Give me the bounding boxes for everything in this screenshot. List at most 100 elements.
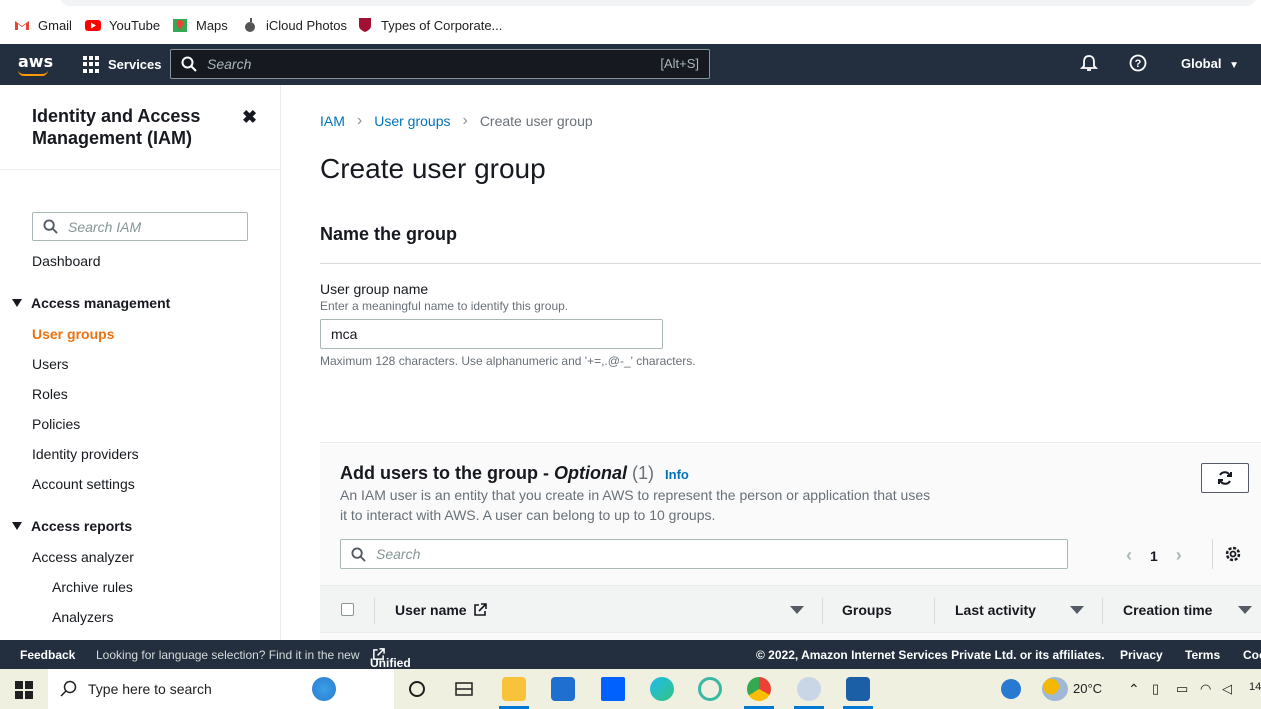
divider	[374, 598, 375, 624]
address-bar[interactable]	[60, 0, 1256, 6]
sort-icon[interactable]	[790, 606, 804, 614]
sidebar-item-archive-rules[interactable]: Archive rules	[52, 579, 133, 595]
sidebar-item-analyzers[interactable]: Analyzers	[52, 609, 113, 625]
sidebar-item-user-groups[interactable]: User groups	[32, 326, 114, 342]
paint-icon[interactable]	[797, 677, 821, 701]
cookie-preferences-link[interactable]: Coo	[1243, 648, 1261, 662]
sidebar-item-roles[interactable]: Roles	[32, 386, 68, 402]
bookmark-label: Maps	[196, 17, 228, 33]
file-explorer-icon[interactable]	[502, 677, 526, 701]
table-settings-button[interactable]	[1212, 539, 1252, 569]
bookmark-maps[interactable]: Maps	[172, 17, 228, 33]
users-table-header: User name Groups Last activity Creation …	[320, 585, 1261, 633]
copyright: © 2022, Amazon Internet Services Private…	[756, 648, 1105, 662]
privacy-link[interactable]: Privacy	[1120, 648, 1163, 662]
sidebar-item-account-settings[interactable]: Account settings	[32, 476, 135, 492]
help-icon[interactable]: ?	[1129, 54, 1147, 72]
sidebar-item-policies[interactable]: Policies	[32, 416, 80, 432]
aws-logo[interactable]: aws	[18, 52, 54, 76]
search-highlight-icon[interactable]	[312, 677, 336, 701]
terms-link[interactable]: Terms	[1185, 648, 1220, 662]
sidebar-item-dashboard[interactable]: Dashboard	[32, 253, 101, 269]
speaker-icon[interactable]: ◁	[1222, 681, 1232, 697]
chevron-up-icon[interactable]: ⌃	[1128, 681, 1140, 698]
close-icon[interactable]: ✖	[242, 107, 257, 128]
group-name-constraint: Maximum 128 characters. Use alphanumeric…	[320, 354, 696, 368]
search-icon	[43, 219, 58, 234]
group-name-description: Enter a meaningful name to identify this…	[320, 299, 569, 313]
page-title: Create user group	[320, 153, 546, 184]
add-users-panel: Add users to the group - Optional (1) In…	[320, 442, 1261, 640]
battery-icon[interactable]: ▭	[1176, 681, 1188, 697]
sidebar-item-access-analyzer[interactable]: Access analyzer	[32, 549, 134, 565]
dropbox-icon[interactable]	[601, 677, 625, 701]
bookmark-gmail[interactable]: Gmail	[14, 17, 72, 33]
sidebar-section-access-reports[interactable]: Access reports	[12, 518, 132, 534]
photos-icon[interactable]	[846, 677, 870, 701]
edge-icon[interactable]	[650, 677, 674, 701]
bookmark-youtube[interactable]: YouTube	[85, 17, 160, 33]
sidebar-item-identity-providers[interactable]: Identity providers	[32, 446, 139, 462]
column-label: User name	[395, 602, 467, 618]
column-header-groups[interactable]: Groups	[842, 602, 892, 618]
group-name-input[interactable]	[320, 319, 663, 349]
chrome-icon[interactable]	[747, 677, 771, 701]
search-placeholder: Search	[207, 56, 252, 72]
users-search-input[interactable]: Search	[340, 539, 1068, 569]
sort-icon[interactable]	[1238, 606, 1252, 614]
clock[interactable]: 14	[1249, 681, 1261, 693]
wifi-icon[interactable]: ◠	[1200, 681, 1211, 697]
infinity-app-icon[interactable]	[698, 677, 722, 701]
search-placeholder: Type here to search	[88, 681, 212, 697]
breadcrumb-user-groups[interactable]: User groups	[374, 113, 450, 129]
sidebar-section-access-management[interactable]: Access management	[12, 295, 170, 311]
sort-icon[interactable]	[1070, 606, 1084, 614]
region-selector[interactable]: Global ▼	[1181, 56, 1239, 71]
taskbar-search-input[interactable]: Type here to search	[48, 669, 394, 709]
section-title: Name the group	[320, 224, 458, 244]
cortana-icon[interactable]	[405, 677, 429, 701]
panel-description: An IAM user is an entity that you create…	[340, 487, 931, 523]
search-icon	[351, 546, 366, 562]
microsoft-store-icon[interactable]	[551, 677, 575, 701]
refresh-button[interactable]	[1201, 463, 1249, 493]
chevron-right-icon[interactable]: ›	[1176, 545, 1182, 566]
bell-icon[interactable]	[1080, 54, 1098, 72]
column-label: Last activity	[955, 602, 1036, 618]
sidebar-title: Identity and Access Management (IAM)	[32, 106, 201, 148]
info-link[interactable]: Info	[665, 467, 689, 482]
help-icon[interactable]	[1001, 679, 1021, 699]
sidebar-item-users[interactable]: Users	[32, 356, 69, 372]
chevron-left-icon[interactable]: ‹	[1126, 545, 1132, 566]
bookmark-corporate[interactable]: Types of Corporate...	[357, 17, 502, 33]
windows-start-icon[interactable]	[15, 681, 33, 699]
weather-icon[interactable]	[1042, 677, 1068, 701]
column-header-user-name[interactable]: User name	[395, 602, 487, 618]
breadcrumb-current: Create user group	[479, 113, 593, 129]
column-header-last-activity[interactable]: Last activity	[955, 602, 1036, 618]
page-number[interactable]: 1	[1150, 548, 1158, 564]
gmail-icon	[15, 21, 29, 30]
services-menu-button[interactable]: Services	[83, 56, 162, 73]
breadcrumb-iam[interactable]: IAM	[320, 113, 345, 129]
task-view-icon[interactable]	[452, 677, 476, 701]
column-header-creation-time[interactable]: Creation time	[1123, 602, 1212, 618]
feedback-link[interactable]: Feedback	[20, 648, 75, 662]
meet-now-icon[interactable]: ▯	[1152, 681, 1159, 697]
bookmarks-bar: Gmail YouTube Maps iCloud Photos Types o…	[0, 0, 1261, 44]
iam-search-input[interactable]: Search IAM	[32, 212, 248, 241]
search-icon	[60, 680, 77, 697]
bookmark-label: Gmail	[38, 17, 72, 33]
temperature[interactable]: 20°C	[1073, 681, 1102, 696]
windows-taskbar: Type here to search 20°C ⌃ ▯ ▭ ◠ ◁ 14	[0, 669, 1261, 709]
aws-smile-icon	[18, 70, 48, 76]
breadcrumb: IAM › User groups › Create user group	[320, 112, 593, 130]
select-all-checkbox[interactable]	[341, 603, 354, 616]
refresh-icon	[1218, 471, 1232, 485]
global-search-input[interactable]: Search [Alt+S]	[170, 49, 710, 79]
bookmark-icloud[interactable]: iCloud Photos	[242, 17, 347, 33]
group-name-label: User group name	[320, 281, 429, 297]
aws-top-nav: aws Services Search [Alt+S] ? Global ▼	[0, 44, 1261, 85]
aws-logo-text: aws	[18, 52, 54, 71]
unified-settings-link[interactable]: Unified Settings	[370, 648, 417, 684]
